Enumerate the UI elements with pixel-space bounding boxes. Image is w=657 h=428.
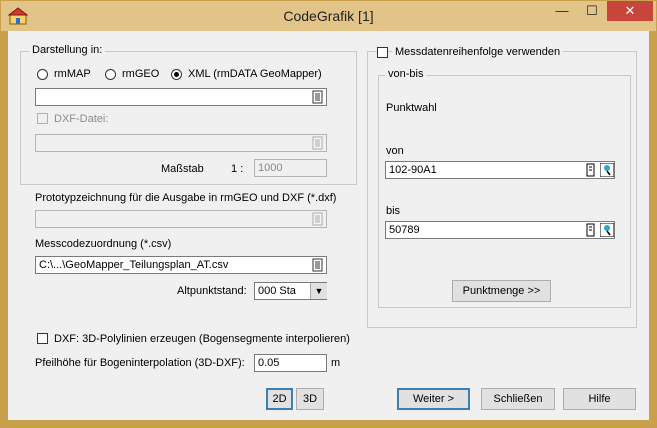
bis-edit-icon[interactable] <box>584 223 598 237</box>
radio-rmmap[interactable] <box>37 69 48 80</box>
punktmenge-button[interactable]: Punktmenge >> <box>452 280 551 302</box>
prototyp-browse-icon[interactable] <box>311 212 325 226</box>
pfeilhoehe-unit: m <box>331 357 341 369</box>
dialog-window: CodeGrafik [1] — ☐ ✕ Darstellung in: rmM… <box>0 0 657 428</box>
mode-3d-button[interactable]: 3D <box>296 388 324 410</box>
von-input[interactable]: 102-90A1 <box>385 161 615 179</box>
radio-rmmap-label: rmMAP <box>54 68 91 80</box>
dxf3d-checkbox[interactable] <box>37 333 48 344</box>
bis-input[interactable]: 50789 <box>385 221 615 239</box>
von-label: von <box>386 145 404 157</box>
messcode-input[interactable]: C:\...\GeoMapper_Teilungsplan_AT.csv <box>35 256 327 274</box>
file-browse-icon[interactable] <box>311 90 325 104</box>
massstab-input[interactable]: 1000 <box>254 159 327 177</box>
von-edit-icon[interactable] <box>584 163 598 177</box>
von-pick-icon[interactable] <box>600 163 614 177</box>
radio-rmgeo[interactable] <box>105 69 116 80</box>
prototyp-input[interactable] <box>35 210 327 228</box>
radio-xml[interactable] <box>171 69 182 80</box>
radio-xml-label: XML (rmDATA GeoMapper) <box>188 68 322 80</box>
dxf3d-label: DXF: 3D-Polylinien erzeugen (Bogensegmen… <box>54 333 350 345</box>
minimize-button[interactable]: — <box>547 1 577 21</box>
title-bar[interactable]: CodeGrafik [1] — ☐ ✕ <box>1 1 656 31</box>
chevron-down-icon[interactable]: ▼ <box>310 283 327 299</box>
messcode-label: Messcodezuordnung (*.csv) <box>35 238 172 250</box>
prototyp-label: Prototypzeichnung für die Ausgabe in rmG… <box>35 192 337 204</box>
output-file-input[interactable] <box>35 88 327 106</box>
von-bis-legend: von-bis <box>385 68 427 80</box>
punktwahl-label: Punktwahl <box>386 102 437 114</box>
messdaten-checkbox[interactable] <box>377 47 388 58</box>
pfeilhoehe-label: Pfeilhöhe für Bogeninterpolation (3D-DXF… <box>35 357 245 369</box>
bis-pick-icon[interactable] <box>600 223 614 237</box>
darstellung-legend: Darstellung in: <box>29 44 106 56</box>
massstab-label: Maßstab <box>161 163 204 175</box>
dxf-file-checkbox[interactable] <box>37 113 48 124</box>
massstab-prefix: 1 : <box>231 163 244 175</box>
messdaten-label: Messdatenreihenfolge verwenden <box>392 46 564 58</box>
close-button[interactable]: ✕ <box>607 1 653 21</box>
dxf-file-input[interactable] <box>35 134 327 152</box>
bis-label: bis <box>386 205 401 217</box>
messcode-browse-icon[interactable] <box>311 258 325 272</box>
weiter-button[interactable]: Weiter > <box>397 388 470 410</box>
dialog-client: Darstellung in: rmMAP rmGEO XML (rmDATA … <box>8 31 649 420</box>
altpunkt-value: 000 Sta <box>258 285 296 297</box>
maximize-button[interactable]: ☐ <box>577 1 607 21</box>
dxf-browse-icon[interactable] <box>311 136 325 150</box>
pfeilhoehe-input[interactable]: 0.05 <box>254 354 327 372</box>
mode-2d-button[interactable]: 2D <box>266 388 293 410</box>
hilfe-button[interactable]: Hilfe <box>563 388 636 410</box>
dxf-file-label: DXF-Datei: <box>54 113 109 125</box>
schliessen-button[interactable]: Schließen <box>481 388 555 410</box>
altpunkt-label: Altpunktstand: <box>177 285 247 297</box>
radio-rmgeo-label: rmGEO <box>122 68 160 80</box>
